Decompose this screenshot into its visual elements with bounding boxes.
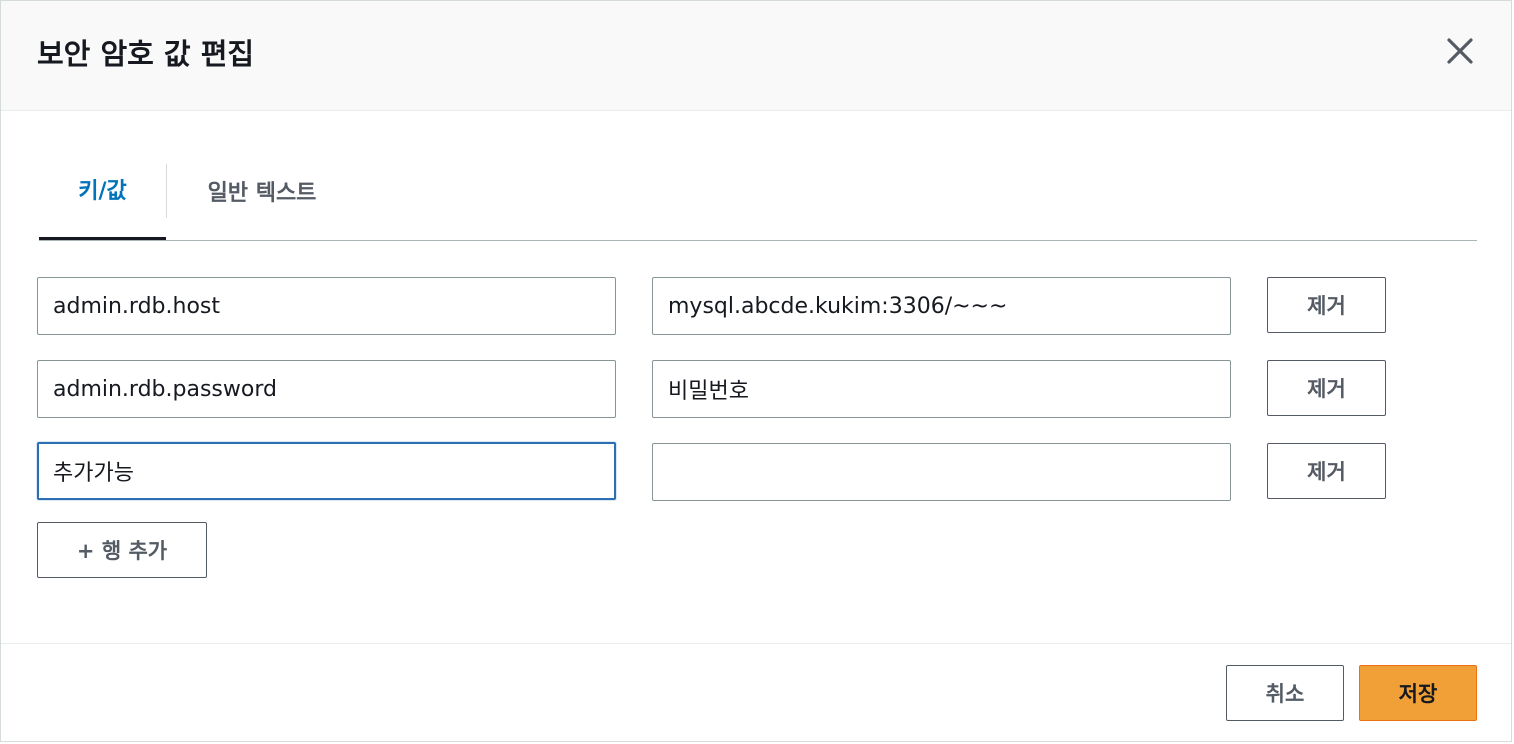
- add-row-button[interactable]: + 행 추가: [37, 522, 207, 578]
- remove-button-row-2[interactable]: 제거: [1267, 360, 1386, 416]
- edit-secret-modal: 보안 암호 값 편집 키/값 일반 텍스트 제거 제거 제거 + 행 추가 취소…: [0, 0, 1512, 742]
- footer-divider: [1, 643, 1511, 644]
- remove-button-row-1[interactable]: 제거: [1267, 277, 1386, 333]
- modal-title: 보안 암호 값 편집: [37, 37, 255, 71]
- value-input-row-1[interactable]: [652, 277, 1231, 335]
- value-input-row-3[interactable]: [652, 443, 1231, 501]
- remove-button-row-3[interactable]: 제거: [1267, 443, 1386, 499]
- tab-key-value[interactable]: 키/값: [39, 159, 166, 240]
- close-icon: [1447, 38, 1473, 64]
- value-input-row-2[interactable]: [652, 360, 1231, 418]
- tab-bar: 키/값 일반 텍스트: [39, 159, 1477, 241]
- save-button[interactable]: 저장: [1359, 665, 1477, 721]
- key-input-row-1[interactable]: [37, 277, 616, 335]
- modal-header: 보안 암호 값 편집: [1, 1, 1511, 111]
- key-input-row-2[interactable]: [37, 360, 616, 418]
- tab-plaintext[interactable]: 일반 텍스트: [168, 159, 356, 240]
- cancel-button[interactable]: 취소: [1226, 665, 1344, 721]
- close-button[interactable]: [1443, 34, 1477, 68]
- tab-divider: [166, 164, 167, 218]
- key-input-row-3[interactable]: [37, 442, 616, 500]
